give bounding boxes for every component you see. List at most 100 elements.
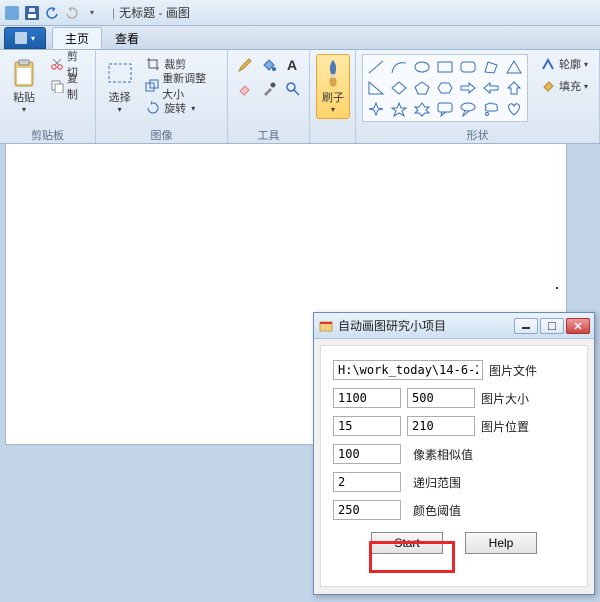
title-separator: |: [112, 6, 115, 20]
close-button[interactable]: [566, 318, 590, 334]
chevron-down-icon: ▾: [31, 34, 35, 43]
shape-callout-rect[interactable]: [434, 99, 456, 119]
help-button[interactable]: Help: [465, 532, 537, 554]
group-image-label: 图像: [100, 127, 223, 143]
group-shapes-label: 形状: [360, 127, 595, 143]
pixel-sim-field[interactable]: [333, 444, 401, 464]
dialog-window: 自动画图研究小项目 图片文件 图片大小 图片位置 像素相似值 递归范围: [313, 312, 595, 595]
paste-button[interactable]: 粘贴 ▾: [6, 54, 42, 119]
chevron-down-icon: ▾: [584, 82, 588, 91]
size-height-field[interactable]: [407, 388, 475, 408]
shape-line[interactable]: [365, 57, 387, 77]
pixel-sim-label: 像素相似值: [413, 446, 473, 463]
shape-star5[interactable]: [388, 99, 410, 119]
recursion-field[interactable]: [333, 472, 401, 492]
title-dash: -: [155, 6, 166, 20]
dialog-titlebar[interactable]: 自动画图研究小项目: [314, 313, 594, 339]
shape-polygon[interactable]: [480, 57, 502, 77]
shape-star6[interactable]: [411, 99, 433, 119]
color-thresh-label: 颜色阈值: [413, 502, 461, 519]
shape-arrow-up[interactable]: [503, 78, 525, 98]
save-icon[interactable]: [24, 5, 40, 21]
pencil-tool[interactable]: [234, 54, 256, 76]
help-button-label: Help: [489, 536, 514, 550]
start-button[interactable]: Start: [371, 532, 443, 554]
tab-view-label: 查看: [115, 30, 139, 47]
shape-star4[interactable]: [365, 99, 387, 119]
minimize-button[interactable]: [514, 318, 538, 334]
shape-callout-cloud[interactable]: [480, 99, 502, 119]
shape-rect[interactable]: [434, 57, 456, 77]
shape-callout-oval[interactable]: [457, 99, 479, 119]
group-tools: A 工具: [228, 50, 310, 143]
shape-arrow-left[interactable]: [480, 78, 502, 98]
rotate-icon: [145, 100, 161, 116]
group-image: 选择 ▾ 裁剪 重新调整大小 旋转 ▾ 图像: [96, 50, 228, 143]
fill-tool[interactable]: [258, 54, 280, 76]
document-name: 无标题: [119, 4, 155, 21]
pos-y-field[interactable]: [407, 416, 475, 436]
chevron-down-icon: ▾: [584, 60, 588, 69]
group-shapes: 轮廓 ▾ 填充 ▾ 形状: [356, 50, 600, 143]
rotate-button[interactable]: 旋转 ▾: [141, 98, 221, 118]
file-path-field[interactable]: [333, 360, 483, 380]
ribbon-tabs: ▾ 主页 查看: [0, 26, 600, 50]
shape-pentagon[interactable]: [411, 78, 433, 98]
size-width-field[interactable]: [333, 388, 401, 408]
file-menu-button[interactable]: ▾: [4, 27, 46, 49]
dialog-title: 自动画图研究小项目: [338, 317, 514, 334]
copy-label: 复制: [67, 70, 85, 102]
fill-icon: [540, 78, 556, 94]
brush-button[interactable]: 刷子 ▾: [316, 54, 350, 119]
rotate-label: 旋转: [164, 100, 186, 116]
app-name: 画图: [166, 4, 190, 21]
fill-button[interactable]: 填充 ▾: [536, 76, 592, 96]
quick-access-toolbar: ▾: [4, 5, 100, 21]
select-label: 选择: [109, 89, 131, 105]
pos-label: 图片位置: [481, 418, 529, 435]
shape-oval[interactable]: [411, 57, 433, 77]
outline-button[interactable]: 轮廓 ▾: [536, 54, 592, 74]
color-thresh-field[interactable]: [333, 500, 401, 520]
pos-x-field[interactable]: [333, 416, 401, 436]
eraser-tool[interactable]: [234, 78, 256, 100]
select-button[interactable]: 选择 ▾: [102, 54, 137, 119]
qat-dropdown-icon[interactable]: ▾: [84, 5, 100, 21]
start-button-label: Start: [394, 536, 419, 550]
crop-icon: [145, 56, 161, 72]
app-icon: [4, 5, 20, 21]
shape-diamond[interactable]: [388, 78, 410, 98]
group-brushes-label: [314, 127, 351, 143]
shape-right-triangle[interactable]: [365, 78, 387, 98]
undo-icon[interactable]: [44, 5, 60, 21]
copy-button[interactable]: 复制: [46, 76, 89, 96]
shape-heart[interactable]: [503, 99, 525, 119]
outline-label: 轮廓: [559, 56, 581, 72]
recursion-label: 递归范围: [413, 474, 461, 491]
tab-view[interactable]: 查看: [102, 27, 152, 49]
shape-triangle[interactable]: [503, 57, 525, 77]
shape-curve[interactable]: [388, 57, 410, 77]
resize-button[interactable]: 重新调整大小: [141, 76, 221, 96]
chevron-down-icon: ▾: [118, 105, 122, 114]
group-tools-label: 工具: [232, 127, 305, 143]
zoom-tool[interactable]: [282, 78, 304, 100]
text-tool[interactable]: A: [282, 54, 304, 76]
brush-label: 刷子: [322, 89, 344, 105]
redo-icon[interactable]: [64, 5, 80, 21]
shape-arrow-right[interactable]: [457, 78, 479, 98]
scissors-icon: [50, 56, 64, 72]
shapes-gallery[interactable]: [362, 54, 528, 122]
shape-hexagon[interactable]: [434, 78, 456, 98]
group-brushes: 刷子 ▾: [310, 50, 356, 143]
tab-home[interactable]: 主页: [52, 27, 102, 49]
file-icon: [15, 32, 27, 44]
ribbon: 粘贴 ▾ 剪切 复制 剪贴板 选择: [0, 50, 600, 144]
shape-roundrect[interactable]: [457, 57, 479, 77]
title-bar: ▾ | 无标题 - 画图: [0, 0, 600, 26]
picker-tool[interactable]: [258, 78, 280, 100]
group-clipboard-label: 剪贴板: [4, 127, 91, 143]
chevron-down-icon: ▾: [191, 104, 195, 113]
maximize-button[interactable]: [540, 318, 564, 334]
select-icon: [106, 59, 134, 87]
